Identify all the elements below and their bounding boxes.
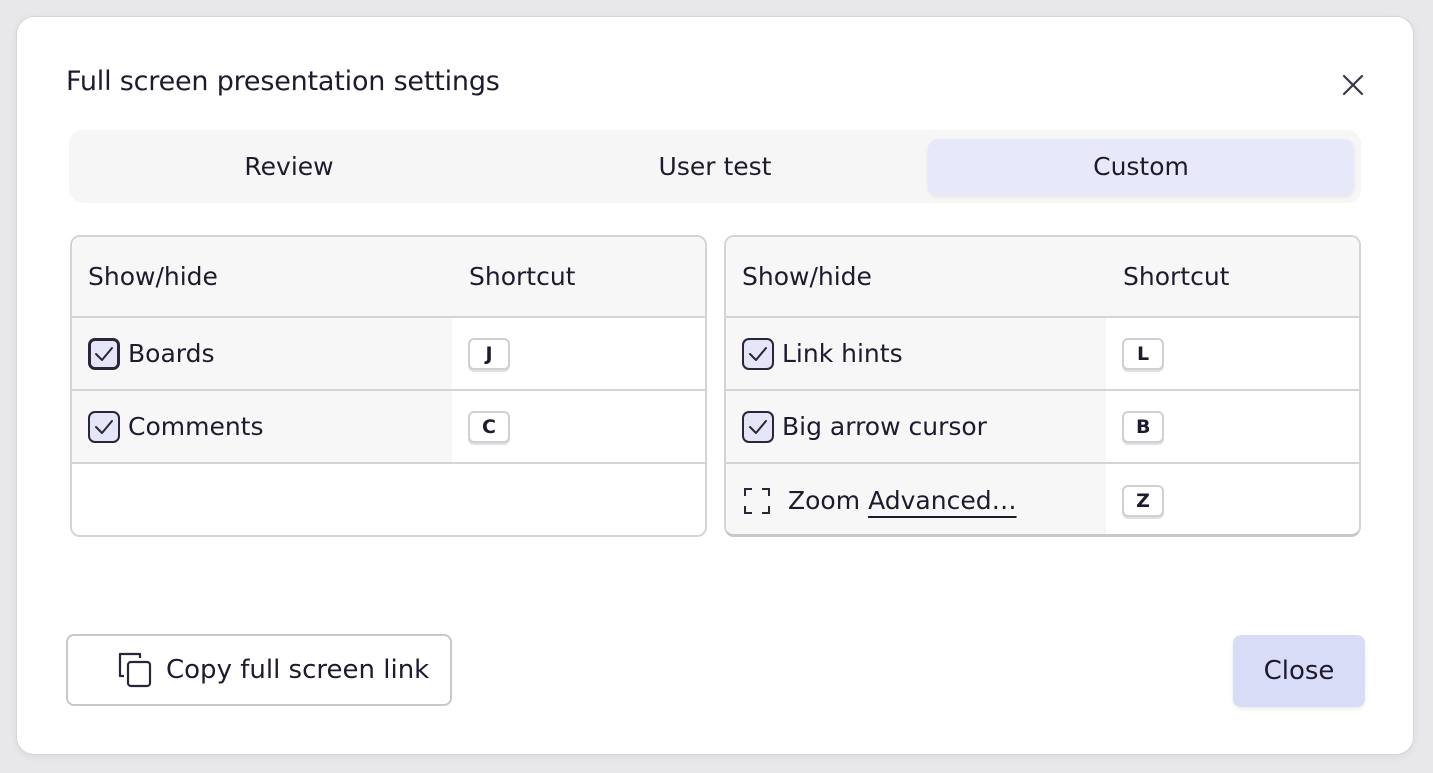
left-settings-table: Show/hide Shortcut Boards J Comments C — [70, 235, 707, 537]
shortcut-key: L — [1122, 337, 1164, 370]
column-shortcut: Shortcut — [469, 262, 576, 291]
table-header: Show/hide Shortcut — [726, 237, 1359, 318]
zoom-frame-icon[interactable] — [744, 487, 770, 514]
shortcut-key: Z — [1122, 484, 1164, 517]
table-row: Zoom Advanced… Z — [726, 464, 1359, 534]
table-header: Show/hide Shortcut — [72, 237, 705, 318]
shortcut-key: C — [468, 410, 510, 443]
checkmark-icon — [95, 346, 113, 361]
preset-tabs: Review User test Custom — [69, 130, 1361, 203]
checkmark-icon — [749, 346, 767, 361]
close-icon[interactable] — [1339, 71, 1367, 99]
table-row: Comments C — [72, 391, 705, 464]
close-button[interactable]: Close — [1233, 635, 1365, 707]
row-label: Boards — [128, 339, 215, 368]
right-settings-table: Show/hide Shortcut Link hints L Big arro… — [724, 235, 1361, 537]
row-label: Big arrow cursor — [782, 412, 987, 441]
table-row: Boards J — [72, 318, 705, 391]
presentation-settings-dialog: Full screen presentation settings Review… — [16, 16, 1414, 755]
comments-checkbox[interactable] — [88, 410, 120, 443]
column-show-hide: Show/hide — [88, 262, 218, 291]
checkmark-icon — [95, 419, 113, 434]
column-shortcut: Shortcut — [1123, 262, 1230, 291]
boards-checkbox[interactable] — [88, 337, 120, 370]
checkmark-icon — [749, 419, 767, 434]
table-row-empty — [72, 464, 705, 535]
tab-user-test[interactable]: User test — [502, 139, 928, 195]
copy-link-button[interactable]: Copy full screen link — [66, 634, 452, 706]
copy-link-label: Copy full screen link — [166, 655, 430, 685]
shortcut-key: J — [468, 337, 510, 370]
shortcut-key: B — [1122, 410, 1165, 443]
row-label: Zoom — [788, 486, 861, 515]
dialog-title: Full screen presentation settings — [66, 66, 500, 97]
link-hints-checkbox[interactable] — [742, 337, 774, 370]
column-show-hide: Show/hide — [742, 262, 872, 291]
tab-review[interactable]: Review — [76, 139, 502, 195]
row-label: Link hints — [782, 339, 903, 368]
tab-custom[interactable]: Custom — [928, 138, 1354, 195]
row-label: Comments — [128, 412, 264, 441]
big-arrow-cursor-checkbox[interactable] — [742, 410, 774, 443]
advanced-link[interactable]: Advanced… — [868, 486, 1017, 515]
table-row: Link hints L — [726, 318, 1359, 391]
copy-icon — [118, 652, 152, 688]
table-row: Big arrow cursor B — [726, 391, 1359, 464]
